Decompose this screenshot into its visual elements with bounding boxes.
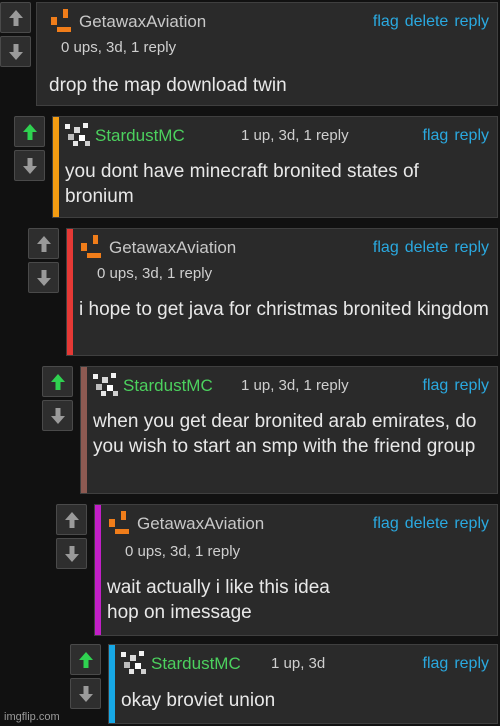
downvote-button[interactable] <box>42 400 73 431</box>
comment-meta: 1 up, 3d, 1 reply <box>241 127 349 144</box>
flag-link[interactable]: flag <box>423 127 449 144</box>
comment-box: GetawaxAviation flag delete reply 0 ups, 3… <box>94 504 498 636</box>
username-link[interactable]: StardustMC <box>123 376 213 396</box>
comment: GetawaxAviation flag delete reply 0 ups, 3… <box>0 2 498 106</box>
downvote-button[interactable] <box>28 262 59 293</box>
comment: GetawaxAviation flag delete reply 0 ups, 3… <box>56 504 498 636</box>
downvote-button[interactable] <box>14 150 45 181</box>
vote-controls <box>42 366 75 434</box>
avatar[interactable] <box>93 373 119 402</box>
comment-meta: 0 ups, 3d, 1 reply <box>125 543 241 560</box>
avatar[interactable] <box>121 651 147 680</box>
flag-link[interactable]: flag <box>373 13 399 30</box>
flag-link[interactable]: flag <box>423 655 449 672</box>
comment-actions: flag reply <box>417 654 489 674</box>
upvote-arrow-icon <box>22 123 37 140</box>
downvote-button[interactable] <box>70 678 101 709</box>
comment-box: StardustMC 1 up, 3d, 1 reply flag reply w… <box>80 366 498 494</box>
comment-actions: flag reply <box>417 126 489 146</box>
delete-link[interactable]: delete <box>405 13 449 30</box>
flag-link[interactable]: flag <box>373 515 399 532</box>
upvote-button[interactable] <box>56 504 87 535</box>
downvote-button[interactable] <box>0 36 31 67</box>
watermark: imgflip.com <box>4 711 60 723</box>
avatar[interactable] <box>79 235 103 264</box>
downvote-arrow-icon <box>8 43 23 60</box>
comment-actions: flag delete reply <box>367 12 489 32</box>
comment-text: when you get dear bronited arab emirates… <box>93 411 477 457</box>
comment: StardustMC 1 up, 3d, 1 reply flag reply w… <box>42 366 498 494</box>
thread-color-bar <box>67 229 73 355</box>
comment-box: StardustMC 1 up, 3d, 1 reply flag reply y… <box>52 116 498 218</box>
downvote-arrow-icon <box>22 157 37 174</box>
vote-controls <box>28 228 61 296</box>
reply-link[interactable]: reply <box>454 13 489 30</box>
reply-link[interactable]: reply <box>454 127 489 144</box>
upvote-button[interactable] <box>28 228 59 259</box>
comment-text: you dont have minecraft bronited states … <box>65 161 419 207</box>
comment: StardustMC 1 up, 3d flag reply okay brovi… <box>70 644 498 724</box>
upvote-button[interactable] <box>0 2 31 33</box>
downvote-arrow-icon <box>36 269 51 286</box>
reply-link[interactable]: reply <box>454 239 489 256</box>
thread-color-bar <box>95 505 101 635</box>
flag-link[interactable]: flag <box>423 377 449 394</box>
downvote-button[interactable] <box>56 538 87 569</box>
downvote-arrow-icon <box>50 407 65 424</box>
upvote-arrow-icon <box>64 511 79 528</box>
thread-color-bar <box>109 645 115 723</box>
comment-actions: flag delete reply <box>367 514 489 534</box>
comment-actions: flag delete reply <box>367 238 489 258</box>
comment-box: GetawaxAviation flag delete reply 0 ups, 3… <box>66 228 498 356</box>
comment: GetawaxAviation flag delete reply 0 ups, 3… <box>28 228 498 356</box>
username-link[interactable]: GetawaxAviation <box>109 238 236 258</box>
comment-text: drop the map download twin <box>49 75 287 96</box>
upvote-arrow-icon <box>78 651 93 668</box>
vote-controls <box>14 116 47 184</box>
vote-controls <box>70 644 103 712</box>
thread-color-bar <box>81 367 87 493</box>
vote-controls <box>0 2 33 70</box>
username-link[interactable]: StardustMC <box>151 654 241 674</box>
reply-link[interactable]: reply <box>454 377 489 394</box>
upvote-arrow-icon <box>36 235 51 252</box>
reply-link[interactable]: reply <box>454 655 489 672</box>
upvote-arrow-icon <box>8 9 23 26</box>
downvote-arrow-icon <box>64 545 79 562</box>
comment-meta: 0 ups, 3d, 1 reply <box>61 39 177 56</box>
comment-meta: 0 ups, 3d, 1 reply <box>97 265 213 282</box>
thread-color-bar <box>53 117 59 217</box>
upvote-button[interactable] <box>14 116 45 147</box>
comment-box: StardustMC 1 up, 3d flag reply okay brovi… <box>108 644 498 724</box>
upvote-arrow-icon <box>50 373 65 390</box>
avatar[interactable] <box>107 511 131 540</box>
reply-link[interactable]: reply <box>454 515 489 532</box>
comment-box: GetawaxAviation flag delete reply 0 ups, 3… <box>36 2 498 106</box>
comment-text: wait actually i like this idea hop on im… <box>107 577 330 623</box>
upvote-button[interactable] <box>42 366 73 397</box>
comment-meta: 1 up, 3d <box>271 655 326 672</box>
avatar[interactable] <box>65 123 91 152</box>
username-link[interactable]: GetawaxAviation <box>137 514 264 534</box>
downvote-arrow-icon <box>78 685 93 702</box>
vote-controls <box>56 504 89 572</box>
comment-text: okay broviet union <box>121 690 276 711</box>
delete-link[interactable]: delete <box>405 515 449 532</box>
comment: StardustMC 1 up, 3d, 1 reply flag reply y… <box>14 116 498 218</box>
comment-actions: flag reply <box>417 376 489 396</box>
username-link[interactable]: StardustMC <box>95 126 185 146</box>
username-link[interactable]: GetawaxAviation <box>79 12 206 32</box>
delete-link[interactable]: delete <box>405 239 449 256</box>
comment-meta: 1 up, 3d, 1 reply <box>241 377 349 394</box>
upvote-button[interactable] <box>70 644 101 675</box>
flag-link[interactable]: flag <box>373 239 399 256</box>
comment-text: i hope to get java for christmas bronite… <box>79 299 489 320</box>
avatar[interactable] <box>49 9 73 38</box>
